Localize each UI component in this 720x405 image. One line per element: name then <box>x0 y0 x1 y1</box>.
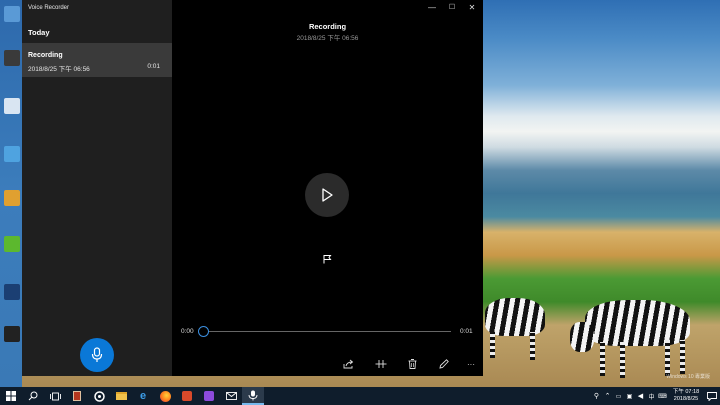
delete-icon <box>408 359 416 369</box>
taskbar-edge[interactable]: e <box>132 387 154 405</box>
seek-thumb[interactable] <box>198 326 209 337</box>
tray-people-icon[interactable]: ⚲ <box>591 387 602 405</box>
taskbar-app[interactable] <box>66 387 88 405</box>
seek-bar[interactable] <box>202 331 451 332</box>
clock-date: 2018/8/25 <box>673 396 699 402</box>
more-icon: ··· <box>467 359 475 369</box>
taskbar-firefox[interactable] <box>154 387 176 405</box>
taskbar: e ⚲ ⌃ ▭ ▣ ◀ 中 ⌨ 下午 07:18 2018/8/25 <box>0 387 720 405</box>
zebra-leg <box>530 332 535 360</box>
zebra-leg <box>490 332 495 358</box>
taskbar-voice-recorder[interactable] <box>242 387 264 405</box>
add-marker-button[interactable] <box>322 254 332 264</box>
search-icon <box>28 391 38 401</box>
media-icon <box>182 391 192 401</box>
tray-network-icon[interactable]: ▣ <box>624 387 635 405</box>
maximize-button[interactable]: ☐ <box>446 3 458 13</box>
taskbar-twitch[interactable] <box>198 387 220 405</box>
mail-icon <box>225 392 237 400</box>
zebra-leg <box>620 342 625 378</box>
zebra-left <box>485 298 545 336</box>
voice-recorder-window: Voice Recorder Today Recording 2018/8/25… <box>22 0 483 376</box>
recording-date: 2018/8/25 下午 06:56 <box>28 66 90 73</box>
section-header-today: Today <box>28 28 50 37</box>
search-button[interactable] <box>22 387 44 405</box>
record-button[interactable] <box>80 338 114 372</box>
rename-button[interactable] <box>437 358 451 370</box>
notification-icon <box>707 391 717 401</box>
system-tray: ⚲ ⌃ ▭ ▣ ◀ 中 ⌨ 下午 07:18 2018/8/25 <box>591 387 720 405</box>
taskbar-file-explorer[interactable] <box>110 387 132 405</box>
app-title: Voice Recorder <box>28 5 70 11</box>
desktop-icon[interactable] <box>4 146 20 162</box>
taskbar-clock[interactable]: 下午 07:18 2018/8/25 <box>668 389 704 403</box>
tray-power-icon[interactable]: ▭ <box>613 387 624 405</box>
task-view-icon <box>49 392 61 400</box>
file-explorer-icon <box>115 392 127 400</box>
start-button[interactable] <box>0 387 22 405</box>
desktop-icon[interactable] <box>4 6 20 22</box>
voice-recorder-icon <box>248 390 258 400</box>
desktop-icon[interactable] <box>4 326 20 342</box>
task-view-button[interactable] <box>44 387 66 405</box>
recording-name: Recording <box>28 52 63 59</box>
trim-icon <box>375 360 387 368</box>
tray-volume-icon[interactable]: ◀ <box>635 387 646 405</box>
zebra-leg <box>665 340 670 376</box>
delete-button[interactable] <box>405 358 419 370</box>
more-button[interactable]: ··· <box>464 358 478 370</box>
player-pane: — ☐ ✕ Recording 2018/8/25 下午 06:56 0:00 … <box>172 0 483 376</box>
zebra-leg <box>680 340 685 374</box>
app-icon <box>73 391 81 401</box>
play-button[interactable] <box>305 173 349 217</box>
microphone-icon <box>91 347 103 362</box>
zebra-leg <box>600 342 605 376</box>
close-button[interactable]: ✕ <box>466 3 478 13</box>
player-title: Recording <box>308 22 347 31</box>
twitch-icon <box>204 391 214 401</box>
zebra-right <box>585 300 690 346</box>
tray-language-icon[interactable]: 中 <box>646 387 657 405</box>
windows-logo-icon <box>6 391 16 401</box>
action-center-button[interactable] <box>704 387 720 405</box>
desktop-icon[interactable] <box>4 236 20 252</box>
share-icon <box>343 359 353 369</box>
taskbar-media[interactable] <box>176 387 198 405</box>
settings-icon <box>93 390 105 402</box>
trim-button[interactable] <box>374 358 388 370</box>
zebra-head <box>570 322 594 352</box>
desktop-icons-column <box>0 0 22 387</box>
recordings-sidebar: Voice Recorder Today Recording 2018/8/25… <box>22 0 172 376</box>
firefox-icon <box>159 390 171 402</box>
edge-icon: e <box>139 390 147 402</box>
desktop-icon[interactable] <box>4 284 20 300</box>
player-date: 2018/8/25 下午 06:56 <box>296 35 359 42</box>
tray-chevron-up-icon[interactable]: ⌃ <box>602 387 613 405</box>
desktop-icon[interactable] <box>4 190 20 206</box>
rename-icon <box>439 359 449 369</box>
elapsed-time: 0:00 <box>181 328 194 335</box>
desktop-icon[interactable] <box>4 50 20 66</box>
play-icon <box>322 188 333 202</box>
desktop-icon[interactable] <box>4 98 20 114</box>
tray-keyboard-icon[interactable]: ⌨ <box>657 387 668 405</box>
share-button[interactable] <box>341 358 355 370</box>
recording-list-item[interactable]: Recording 2018/8/25 下午 06:56 0:01 <box>22 43 172 77</box>
minimize-button[interactable]: — <box>426 3 438 13</box>
clock-time: 下午 07:18 <box>672 389 700 395</box>
recording-duration: 0:01 <box>147 63 160 70</box>
total-time: 0:01 <box>460 328 473 335</box>
os-watermark: Windows 10 專業版 <box>666 374 710 380</box>
taskbar-settings[interactable] <box>88 387 110 405</box>
taskbar-mail[interactable] <box>220 387 242 405</box>
